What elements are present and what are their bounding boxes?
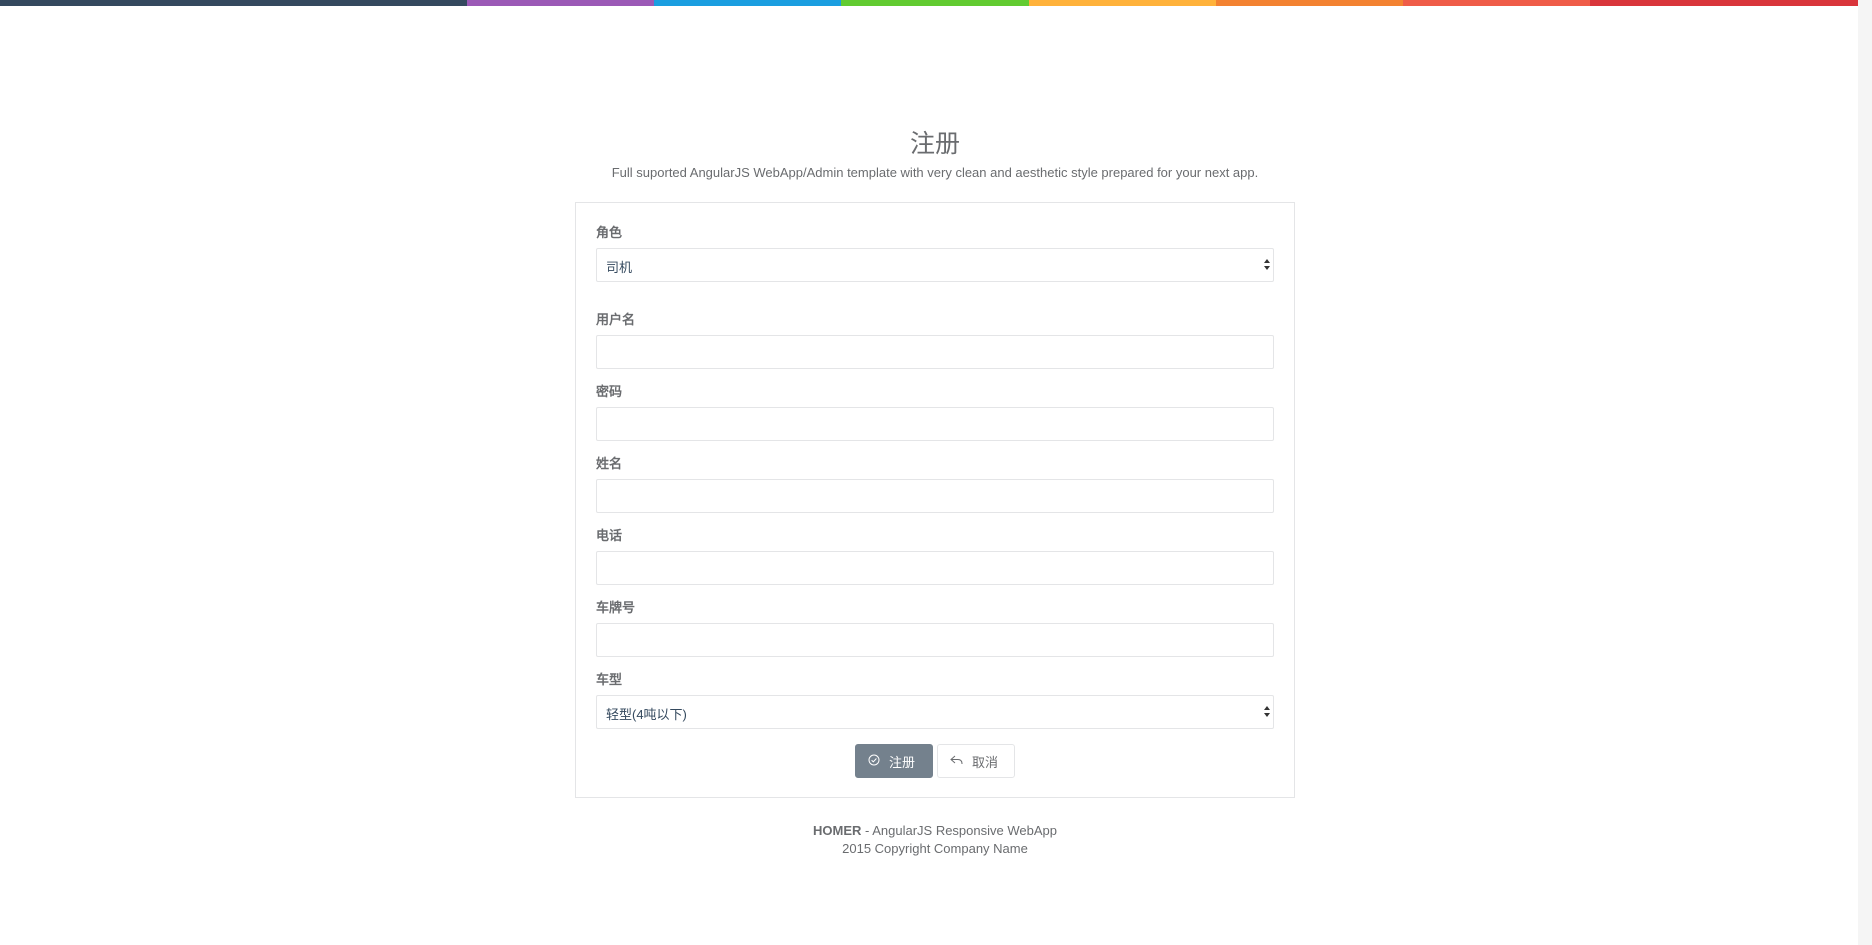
select-arrows-icon bbox=[1263, 705, 1271, 719]
username-group: 用户名 bbox=[596, 312, 1274, 369]
form-actions: 注册 取消 bbox=[576, 744, 1294, 778]
vehicle-type-select-value: 轻型(4吨以下) bbox=[606, 707, 687, 722]
vehicle-type-select[interactable]: 轻型(4吨以下) bbox=[596, 695, 1274, 729]
cancel-button-label: 取消 bbox=[972, 754, 999, 770]
footer-tagline: - AngularJS Responsive WebApp bbox=[861, 823, 1057, 838]
footer-brand-line: HOMER - AngularJS Responsive WebApp bbox=[575, 822, 1295, 840]
color-segment bbox=[1216, 0, 1403, 6]
role-select-value: 司机 bbox=[606, 260, 633, 275]
color-segment bbox=[1029, 0, 1216, 6]
username-input[interactable] bbox=[596, 335, 1274, 369]
plate-input[interactable] bbox=[596, 623, 1274, 657]
color-segment bbox=[467, 0, 654, 6]
name-group: 姓名 bbox=[596, 456, 1274, 513]
register-button[interactable]: 注册 bbox=[855, 744, 933, 778]
select-arrows-icon bbox=[1263, 258, 1271, 272]
page-title: 注册 bbox=[909, 130, 960, 158]
color-segment bbox=[841, 0, 1029, 6]
phone-input[interactable] bbox=[596, 551, 1274, 585]
password-input[interactable] bbox=[596, 407, 1274, 441]
check-circle-icon bbox=[868, 754, 880, 769]
role-label: 角色 bbox=[596, 225, 623, 240]
page-subtitle: Full suported AngularJS WebApp/Admin tem… bbox=[611, 165, 1259, 180]
register-button-label: 注册 bbox=[889, 754, 916, 770]
cancel-button[interactable]: 取消 bbox=[937, 744, 1015, 778]
page-scrollbar[interactable] bbox=[1858, 0, 1872, 945]
phone-label: 电话 bbox=[596, 528, 623, 543]
footer-copyright: 2015 Copyright Company Name bbox=[842, 841, 1028, 856]
password-label: 密码 bbox=[596, 384, 623, 399]
phone-group: 电话 bbox=[596, 528, 1274, 585]
name-label: 姓名 bbox=[596, 456, 623, 471]
register-form-panel: 角色 司机 用户名 密码 姓名 电话 车牌号 车型 轻型(4吨以下) 注册 取消 bbox=[575, 202, 1295, 798]
username-label: 用户名 bbox=[596, 312, 636, 327]
reply-icon bbox=[950, 754, 963, 768]
plate-label: 车牌号 bbox=[596, 600, 636, 615]
color-line bbox=[0, 0, 1872, 6]
color-segment bbox=[1590, 0, 1872, 6]
name-input[interactable] bbox=[596, 479, 1274, 513]
plate-group: 车牌号 bbox=[596, 600, 1274, 657]
vehicle-type-label: 车型 bbox=[596, 672, 623, 687]
color-segment bbox=[0, 0, 467, 6]
role-select[interactable]: 司机 bbox=[596, 248, 1274, 282]
footer-brand: HOMER bbox=[813, 823, 862, 838]
role-group: 角色 司机 bbox=[596, 225, 1274, 282]
password-group: 密码 bbox=[596, 384, 1274, 441]
color-segment bbox=[654, 0, 841, 6]
vehicle-type-group: 车型 轻型(4吨以下) bbox=[596, 672, 1274, 729]
color-segment bbox=[1403, 0, 1590, 6]
page-footer: HOMER - AngularJS Responsive WebApp 2015… bbox=[575, 822, 1295, 858]
